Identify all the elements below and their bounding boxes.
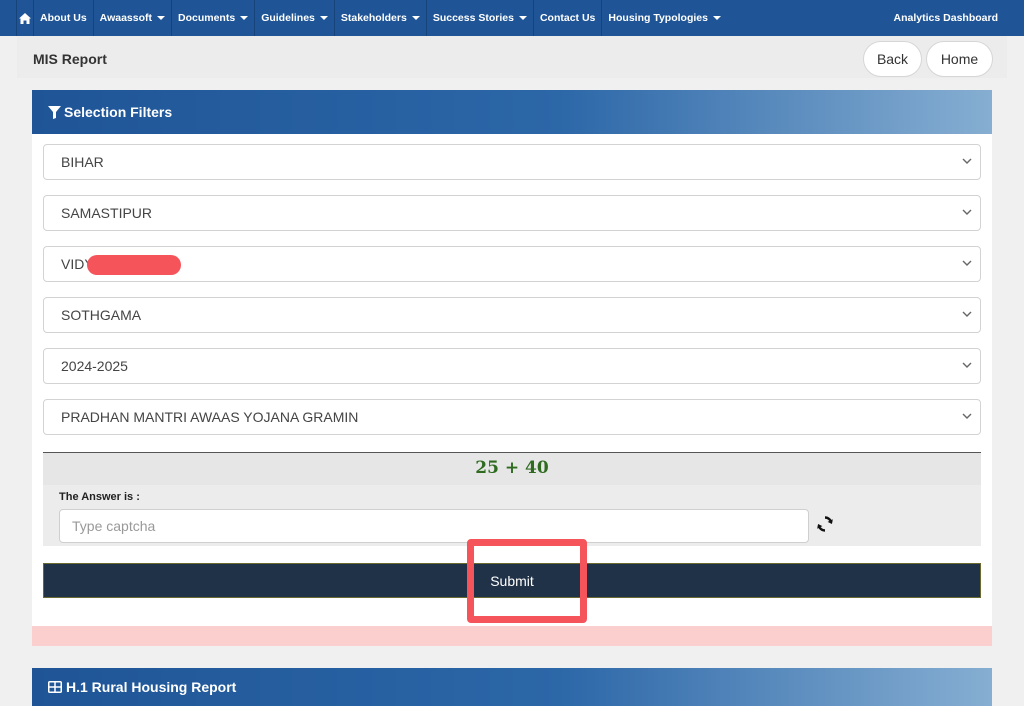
captcha-refresh-button[interactable] <box>814 513 836 535</box>
nav-about-us[interactable]: About Us <box>34 0 94 36</box>
caret-down-icon <box>319 16 328 20</box>
submit-button[interactable]: Submit <box>43 563 981 598</box>
panchayat-select[interactable]: SOTHGAMA <box>43 297 981 333</box>
caret-down-icon <box>157 16 165 20</box>
page-title: MIS Report <box>33 51 107 67</box>
nav-documents[interactable]: Documents <box>172 0 256 36</box>
selection-filters-title: Selection Filters <box>64 104 173 120</box>
scheme-select[interactable]: PRADHAN MANTRI AWAAS YOJANA GRAMIN <box>43 399 981 435</box>
nav-guidelines[interactable]: Guidelines <box>255 0 335 36</box>
filter-icon <box>48 105 61 119</box>
captcha-panel: 25 + 40 The Answer is : <box>43 452 981 546</box>
refresh-icon <box>817 516 833 532</box>
rural-housing-report-header: H.1 Rural Housing Report <box>32 668 992 706</box>
home-nav-link[interactable] <box>16 0 34 36</box>
chevron-down-icon <box>962 158 972 164</box>
chevron-down-icon <box>962 362 972 368</box>
year-select[interactable]: 2024-2025 <box>43 348 981 384</box>
nav-awaassoft[interactable]: Awaassoft <box>94 0 172 36</box>
selection-filters-card: Selection Filters BIHAR SAMASTIPUR VIDY … <box>32 90 992 626</box>
year-select-value: 2024-2025 <box>61 358 128 374</box>
selection-filters-header: Selection Filters <box>32 90 992 134</box>
redaction-mark <box>87 255 181 275</box>
table-icon <box>48 681 62 693</box>
back-button[interactable]: Back <box>863 41 922 77</box>
scheme-select-value: PRADHAN MANTRI AWAAS YOJANA GRAMIN <box>61 409 359 425</box>
caret-down-icon <box>712 16 721 20</box>
caret-down-icon <box>240 16 249 20</box>
nav-housing-typologies[interactable]: Housing Typologies <box>602 0 727 36</box>
home-button[interactable]: Home <box>926 41 993 77</box>
chevron-down-icon <box>962 311 972 317</box>
panchayat-select-value: SOTHGAMA <box>61 307 142 323</box>
nav-contact-us[interactable]: Contact Us <box>534 0 603 36</box>
captcha-equation: 25 + 40 <box>43 453 981 485</box>
nav-analytics-dashboard[interactable]: Analytics Dashboard <box>894 12 998 24</box>
caret-down-icon <box>518 16 527 20</box>
nav-success-stories[interactable]: Success Stories <box>427 0 534 36</box>
chevron-down-icon <box>962 209 972 215</box>
page-header: MIS Report Back Home <box>17 36 1007 78</box>
block-select[interactable]: VIDY R <box>43 246 981 282</box>
district-select-value: SAMASTIPUR <box>61 205 153 221</box>
district-select[interactable]: SAMASTIPUR <box>43 195 981 231</box>
alert-strip <box>32 626 992 646</box>
chevron-down-icon <box>962 260 972 266</box>
chevron-down-icon <box>962 413 972 419</box>
state-select[interactable]: BIHAR <box>43 144 981 180</box>
caret-down-icon <box>411 16 420 20</box>
home-icon <box>19 12 31 24</box>
captcha-answer-label: The Answer is : <box>59 491 140 503</box>
state-select-value: BIHAR <box>61 154 104 170</box>
top-navbar: About Us Awaassoft Documents Guidelines … <box>0 0 1024 36</box>
captcha-input[interactable] <box>59 509 809 543</box>
nav-stakeholders[interactable]: Stakeholders <box>335 0 427 36</box>
rural-housing-report-title: H.1 Rural Housing Report <box>66 679 237 695</box>
